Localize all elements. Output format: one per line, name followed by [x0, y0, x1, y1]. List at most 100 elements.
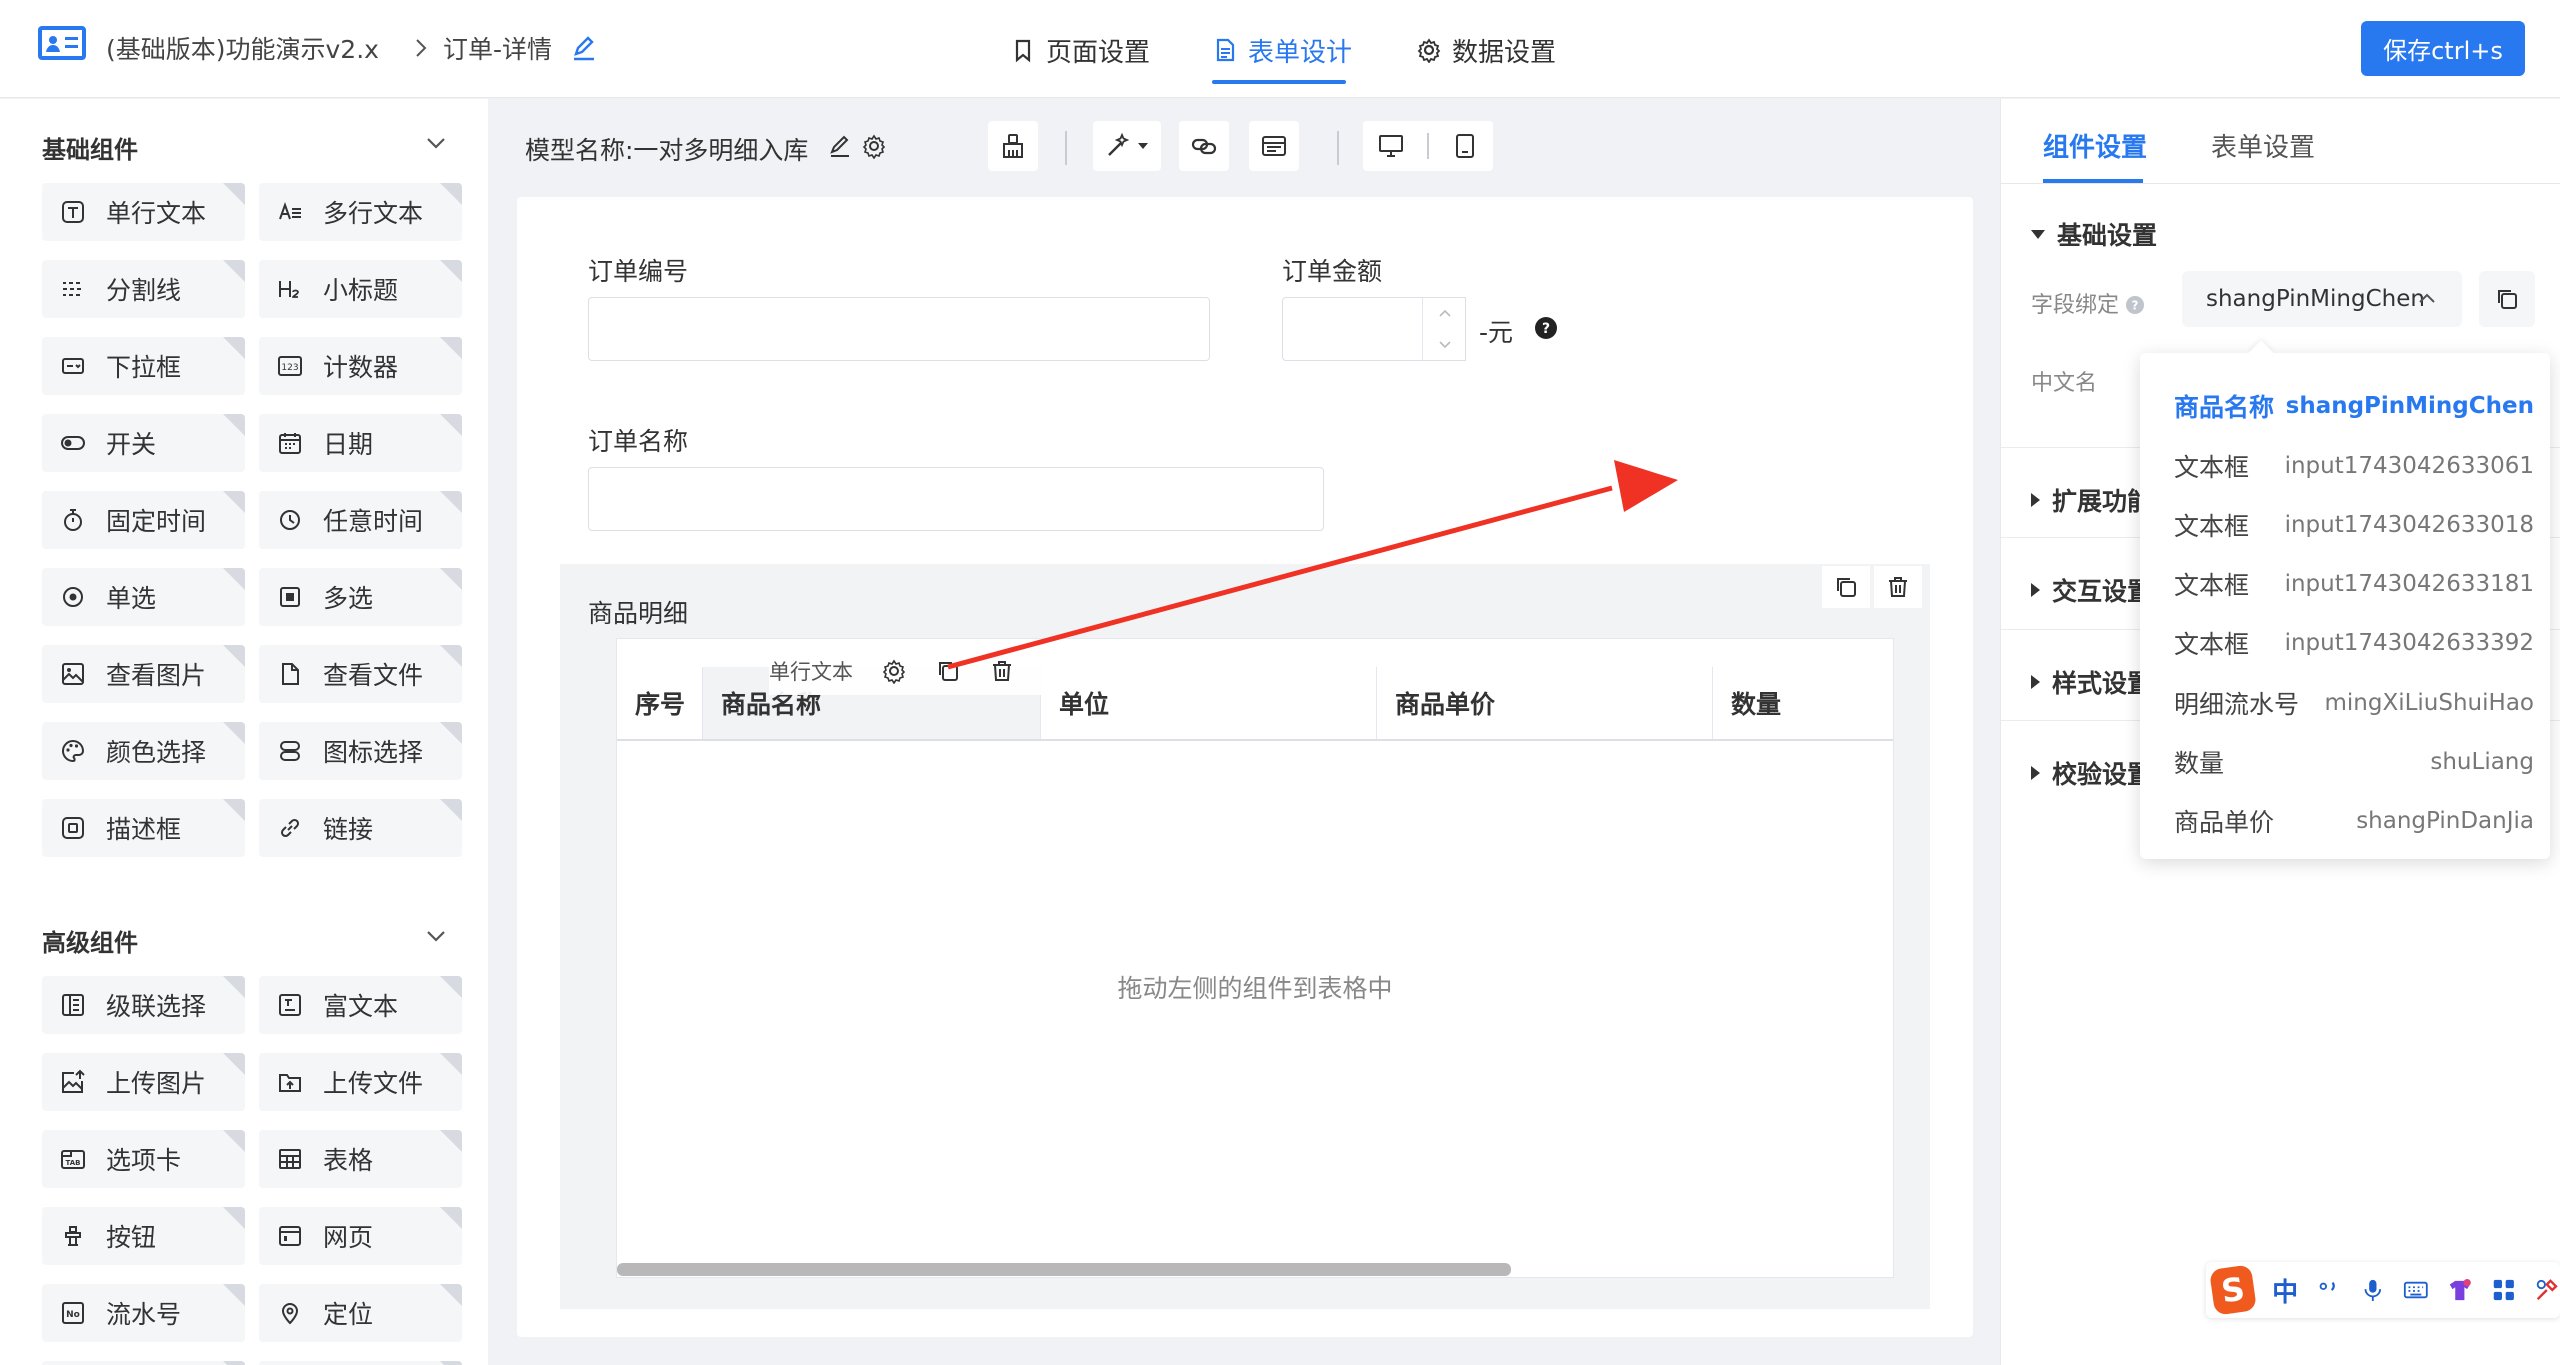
tab-form-design[interactable]: 表单设计: [1212, 30, 1352, 70]
copy-icon[interactable]: [935, 658, 961, 684]
dropdown-option[interactable]: 商品名称 shangPinMingChen: [2140, 377, 2550, 435]
component-serial-number[interactable]: No 流水号: [42, 1284, 245, 1342]
app-logo-icon[interactable]: [38, 26, 86, 66]
component-checkbox[interactable]: 多选: [259, 568, 462, 626]
dropdown-option[interactable]: 文本框 input1743042633061: [2140, 437, 2550, 495]
component-view-image[interactable]: 查看图片: [42, 645, 245, 703]
component-dropdown[interactable]: 下拉框: [42, 337, 245, 395]
breadcrumb-app-name[interactable]: (基础版本)功能演示v2.x: [106, 30, 379, 66]
section-basic-settings[interactable]: 基础设置: [2031, 216, 2157, 252]
tab-form-settings[interactable]: 表单设置: [2211, 127, 2315, 164]
subtable-goods-detail[interactable]: 商品明细 序号 商品名称 单位 商品单价 数量 单行文本 拖动左侧的组件到表格中: [560, 564, 1930, 1309]
section-extend-features[interactable]: 扩展功能: [2031, 482, 2152, 518]
component-subtitle[interactable]: 小标题: [259, 260, 462, 318]
component-switch[interactable]: 开关: [42, 414, 245, 472]
component-fixed-time[interactable]: 固定时间: [42, 491, 245, 549]
order-name-input[interactable]: [588, 467, 1324, 531]
component-multi-text[interactable]: 多行文本: [259, 183, 462, 241]
chevron-up-icon[interactable]: [1437, 306, 1453, 322]
dropdown-option[interactable]: 文本框 input1743042633018: [2140, 496, 2550, 554]
component-color-picker[interactable]: 颜色选择: [42, 722, 245, 780]
preview-button[interactable]: [1249, 121, 1299, 171]
empty-table-hint: 拖动左侧的组件到表格中: [1117, 974, 1393, 1003]
dropdown-option[interactable]: 数量 shuLiang: [2140, 733, 2550, 791]
component-webpage[interactable]: 网页: [259, 1207, 462, 1265]
tab-data-settings[interactable]: 数据设置: [1416, 30, 1556, 70]
horizontal-scrollbar[interactable]: [617, 1263, 1511, 1276]
dropdown-option[interactable]: 文本框 input1743042633392: [2140, 614, 2550, 672]
tab-page-settings[interactable]: 页面设置: [1010, 30, 1150, 70]
option-en: input1743042633018: [2284, 512, 2534, 538]
grid-apps-icon[interactable]: [2491, 1276, 2517, 1304]
punctuation-icon[interactable]: [2316, 1276, 2342, 1304]
subtable-delete-button[interactable]: [1874, 566, 1922, 608]
component-upload-image[interactable]: 上传图片: [42, 1053, 245, 1111]
chevron-down-icon[interactable]: [424, 924, 448, 948]
edit-pencil-icon[interactable]: [827, 133, 853, 159]
tab-component-settings[interactable]: 组件设置: [2043, 127, 2147, 164]
component-table[interactable]: 表格: [259, 1130, 462, 1188]
section-interaction-settings[interactable]: 交互设置: [2031, 572, 2152, 608]
option-cn: 商品单价: [2174, 808, 2275, 837]
document-icon: [1212, 37, 1238, 63]
component-tabs[interactable]: TAB 选项卡: [42, 1130, 245, 1188]
component-rich-text[interactable]: 富文本: [259, 976, 462, 1034]
option-cn: 明细流水号: [2174, 690, 2300, 719]
tablet-icon[interactable]: [1451, 132, 1479, 160]
link-button[interactable]: [1179, 121, 1229, 171]
section-validation-settings[interactable]: 校验设置: [2031, 755, 2152, 791]
component-icon-picker[interactable]: 图标选择: [259, 722, 462, 780]
component-upload-file[interactable]: 上传文件: [259, 1053, 462, 1111]
component-button[interactable]: 按钮: [42, 1207, 245, 1265]
component-date[interactable]: 日期: [259, 414, 462, 472]
ime-logo[interactable]: S: [2209, 1264, 2258, 1316]
component-cascade[interactable]: 级联选择: [42, 976, 245, 1034]
option-cn: 数量: [2174, 749, 2225, 778]
dropdown-option[interactable]: 商品单价 shangPinDanJia: [2140, 792, 2550, 850]
save-button[interactable]: 保存ctrl+s: [2361, 21, 2525, 76]
component-link[interactable]: 链接: [259, 799, 462, 857]
gear-icon[interactable]: [881, 658, 907, 684]
dropdown-option[interactable]: 明细流水号 mingXiLiuShuiHao: [2140, 674, 2550, 732]
magic-wand-dropdown[interactable]: [1093, 121, 1161, 171]
component-counter[interactable]: 123 计数器: [259, 337, 462, 395]
amount-stepper[interactable]: [1422, 297, 1466, 361]
component-radio[interactable]: 单选: [42, 568, 245, 626]
text-t-icon: [60, 199, 86, 225]
component-more[interactable]: [259, 1361, 462, 1365]
copy-field-button[interactable]: [2479, 271, 2535, 327]
subtable-copy-button[interactable]: [1822, 566, 1870, 608]
order-no-input[interactable]: [588, 297, 1210, 361]
component-view-file[interactable]: 查看文件: [259, 645, 462, 703]
component-description[interactable]: 描述框: [42, 799, 245, 857]
chevron-down-icon[interactable]: [1437, 336, 1453, 352]
section-style-settings[interactable]: 样式设置: [2031, 664, 2152, 700]
trash-icon[interactable]: [989, 658, 1015, 684]
component-divider[interactable]: 分割线: [42, 260, 245, 318]
skin-shirt-icon[interactable]: [2447, 1276, 2473, 1304]
keyboard-icon[interactable]: [2403, 1276, 2429, 1304]
desktop-monitor-icon[interactable]: [1377, 132, 1405, 160]
component-label: 流水号: [106, 1300, 182, 1329]
basic-components-title: 基础组件: [42, 136, 138, 164]
tools-icon[interactable]: [2534, 1276, 2560, 1304]
breadcrumb-page-name[interactable]: 订单-详情: [443, 30, 552, 66]
component-label: 按钮: [106, 1223, 157, 1252]
clear-button[interactable]: [988, 121, 1038, 171]
edit-pencil-icon[interactable]: [570, 34, 598, 62]
question-circle-icon[interactable]: ?: [1534, 316, 1558, 340]
gear-icon[interactable]: [861, 133, 887, 159]
field-binding-select[interactable]: shangPinMingChen: [2182, 271, 2462, 327]
component-location[interactable]: 定位: [259, 1284, 462, 1342]
tab-page-settings-label: 页面设置: [1046, 37, 1151, 68]
ime-mode-indicator[interactable]: 中: [2272, 1272, 2298, 1309]
magic-wand-icon: [1104, 132, 1132, 160]
chevron-down-icon[interactable]: [424, 131, 448, 155]
option-en: shangPinMingChen: [2285, 393, 2534, 419]
component-single-text[interactable]: 单行文本: [42, 183, 245, 241]
component-more[interactable]: [42, 1361, 245, 1365]
component-any-time[interactable]: 任意时间: [259, 491, 462, 549]
question-circle-icon[interactable]: ?: [2125, 295, 2145, 315]
dropdown-option[interactable]: 文本框 input1743042633181: [2140, 555, 2550, 613]
microphone-icon[interactable]: [2360, 1276, 2386, 1304]
